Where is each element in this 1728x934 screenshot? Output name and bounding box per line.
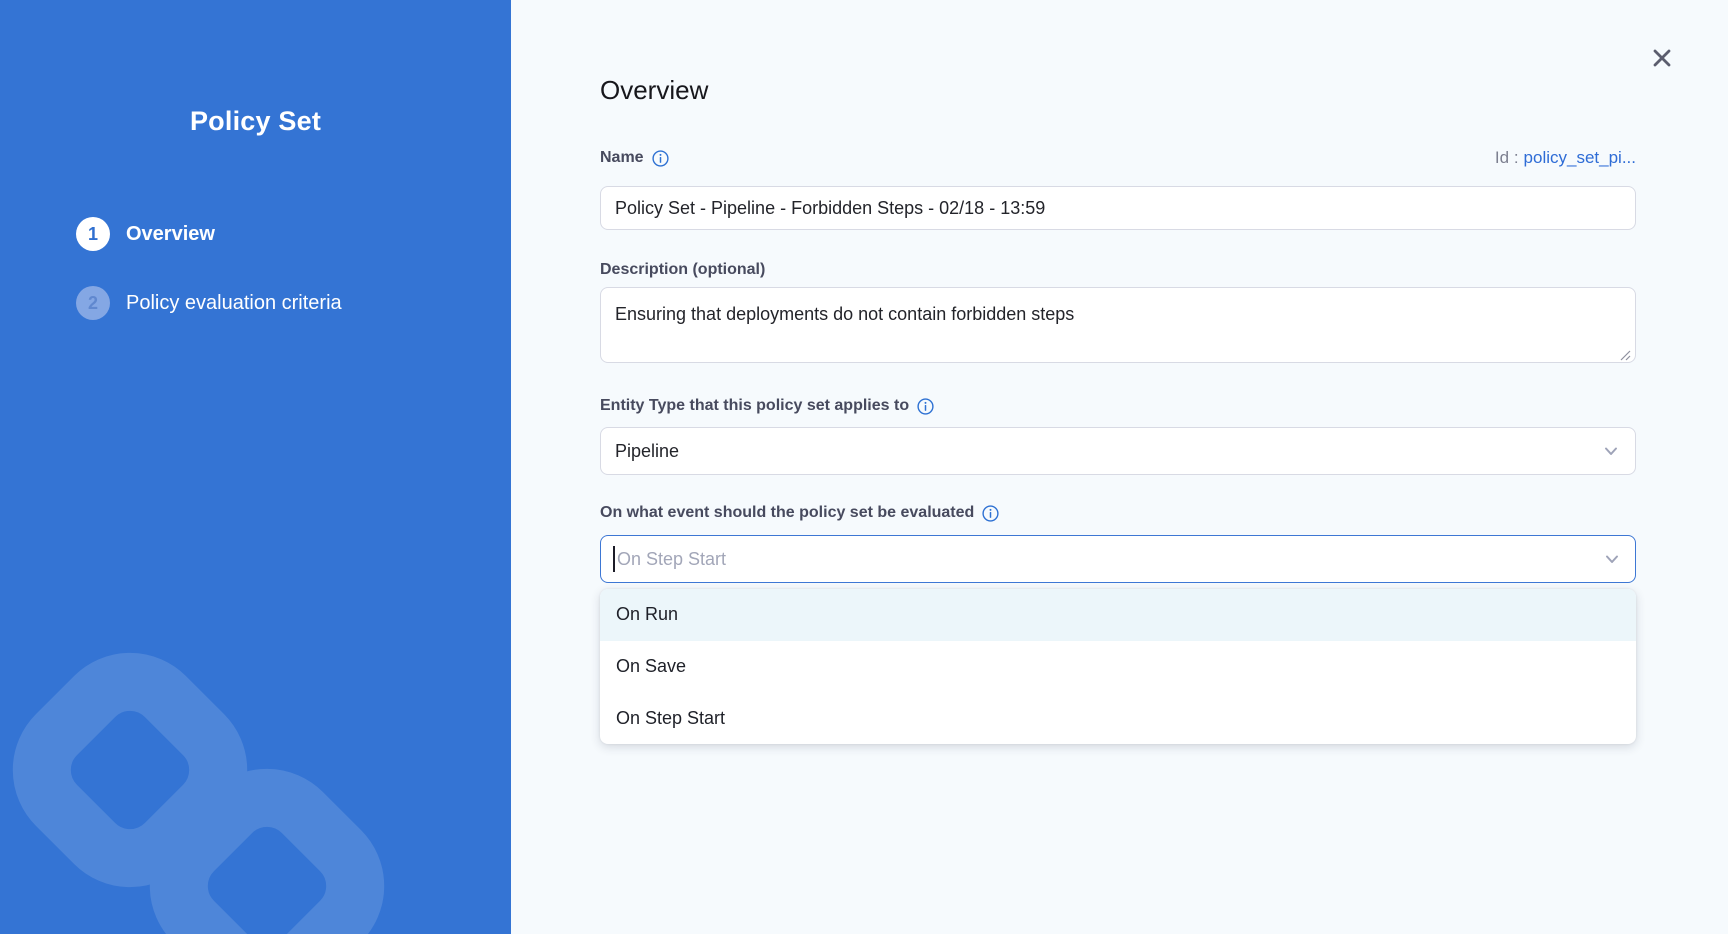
id-label: Id : bbox=[1495, 148, 1519, 167]
harness-logo-watermark bbox=[0, 0, 511, 934]
description-field: Ensuring that deployments do not contain… bbox=[600, 287, 1636, 368]
wizard-title: Policy Set bbox=[0, 106, 511, 137]
info-icon[interactable] bbox=[652, 150, 669, 167]
step-label: Policy evaluation criteria bbox=[126, 292, 342, 315]
name-label-row: Name Id : policy_set_pi... bbox=[600, 146, 1636, 170]
step-policy-evaluation-criteria[interactable]: 2 Policy evaluation criteria bbox=[76, 286, 511, 320]
event-select-input[interactable] bbox=[600, 535, 1636, 583]
entity-id: Id : policy_set_pi... bbox=[1495, 148, 1636, 168]
dropdown-option-on-step-start[interactable]: On Step Start bbox=[600, 692, 1636, 744]
name-label: Name bbox=[600, 149, 669, 167]
entity-type-value: Pipeline bbox=[615, 441, 679, 462]
chevron-down-icon bbox=[1603, 550, 1621, 568]
entity-type-select[interactable]: Pipeline bbox=[600, 427, 1636, 475]
id-link[interactable]: policy_set_pi... bbox=[1524, 148, 1636, 167]
dropdown-option-on-save[interactable]: On Save bbox=[600, 641, 1636, 693]
info-icon[interactable] bbox=[982, 505, 999, 522]
description-textarea[interactable]: Ensuring that deployments do not contain… bbox=[600, 287, 1636, 363]
close-icon bbox=[1651, 47, 1673, 69]
entity-type-label: Entity Type that this policy set applies… bbox=[600, 397, 1636, 415]
wizard-steps: 1 Overview 2 Policy evaluation criteria bbox=[76, 217, 511, 320]
step-label: Overview bbox=[126, 223, 215, 246]
wizard-sidebar: Policy Set 1 Overview 2 Policy evaluatio… bbox=[0, 0, 511, 934]
event-select-field bbox=[600, 535, 1636, 583]
chevron-down-icon bbox=[1602, 442, 1620, 460]
text-caret bbox=[613, 546, 615, 572]
event-dropdown-menu: On Run On Save On Step Start bbox=[600, 589, 1636, 744]
name-input[interactable] bbox=[600, 186, 1636, 230]
close-button[interactable] bbox=[1648, 44, 1676, 72]
step-number-badge: 1 bbox=[76, 217, 110, 251]
page-title: Overview bbox=[600, 74, 1636, 106]
step-overview[interactable]: 1 Overview bbox=[76, 217, 511, 251]
info-icon[interactable] bbox=[917, 398, 934, 415]
dropdown-option-on-run[interactable]: On Run bbox=[600, 589, 1636, 641]
overview-panel: Overview Name Id : policy_set_pi... bbox=[511, 0, 1728, 934]
event-label: On what event should the policy set be e… bbox=[600, 504, 1636, 522]
description-label: Description (optional) bbox=[600, 261, 1636, 279]
form-content: Overview Name Id : policy_set_pi... bbox=[600, 0, 1636, 744]
step-number-badge: 2 bbox=[76, 286, 110, 320]
